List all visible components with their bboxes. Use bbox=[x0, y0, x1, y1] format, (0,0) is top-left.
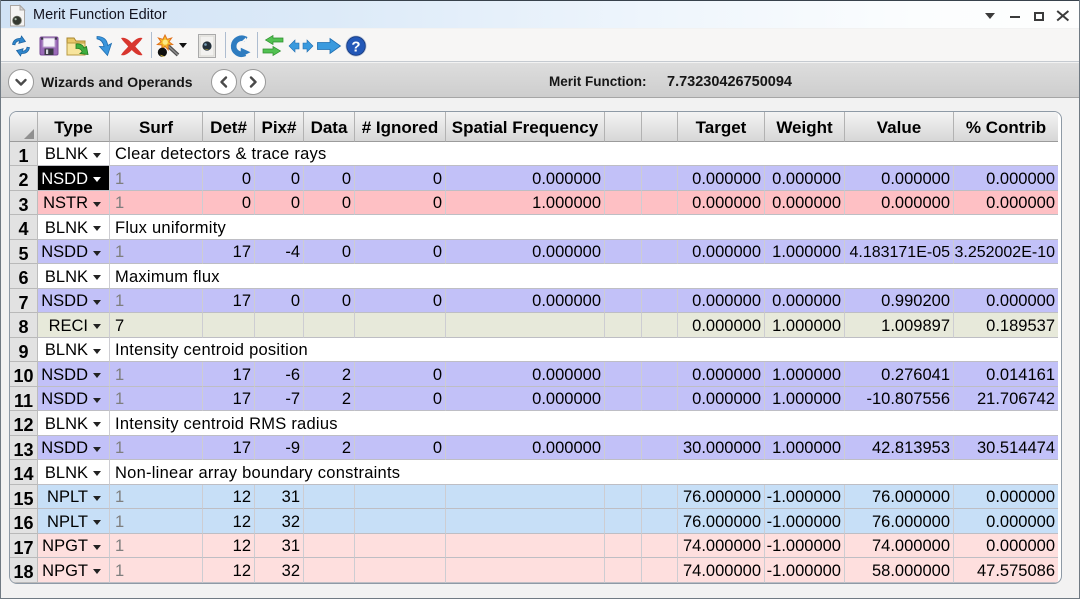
svg-text:?: ? bbox=[351, 39, 360, 56]
